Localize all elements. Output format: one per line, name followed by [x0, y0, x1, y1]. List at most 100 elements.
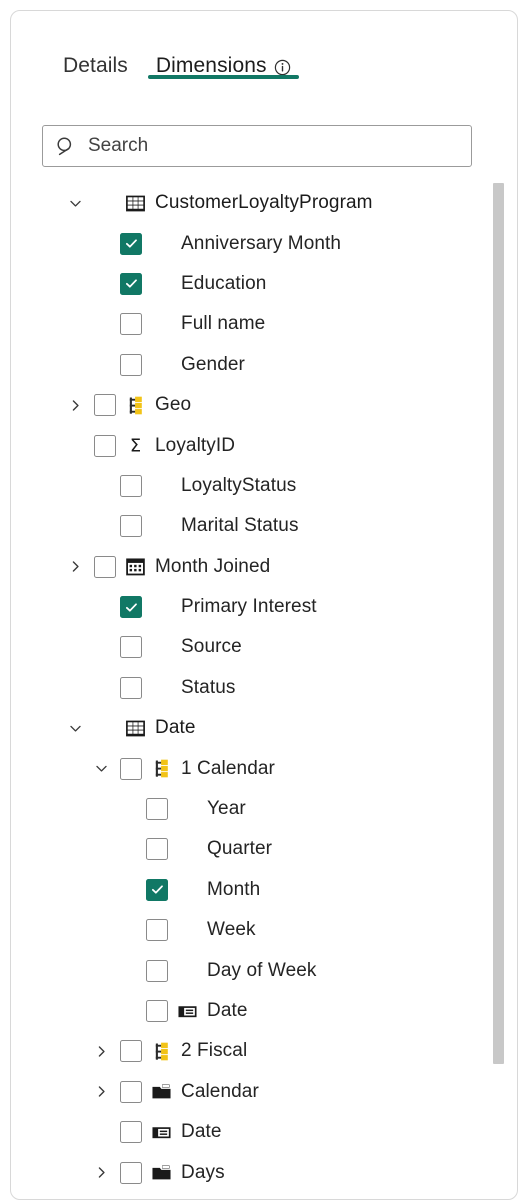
search-box[interactable] [42, 125, 472, 167]
table-icon [124, 192, 146, 214]
tree-row[interactable]: Days [11, 1152, 517, 1192]
chevron-right-icon[interactable] [92, 1083, 110, 1101]
checkbox-unchecked[interactable] [120, 353, 142, 376]
checkbox-unchecked[interactable] [120, 1121, 142, 1144]
tree-row[interactable]: Date [11, 708, 517, 748]
search-input[interactable] [77, 135, 471, 157]
tree-row[interactable]: Calendar [11, 1072, 517, 1112]
chevron-right-icon[interactable] [92, 1164, 110, 1182]
tree-row-label: Quarter [207, 838, 273, 860]
checkbox-unchecked[interactable] [94, 434, 116, 457]
tree-row-label: 1 Calendar [181, 757, 275, 779]
tree-row-label: CustomerLoyaltyProgram [155, 192, 373, 214]
checkbox-checked[interactable] [120, 272, 142, 295]
tree-row-label: Marital Status [181, 515, 299, 537]
tree-row[interactable]: CustomerLoyaltyProgram [11, 183, 517, 223]
calendar-icon [124, 556, 146, 578]
tree-row-label: Date [207, 1000, 248, 1021]
tree-row[interactable]: Marital Status [11, 506, 517, 546]
tree-row-label: Month Joined [155, 555, 271, 577]
tree-row[interactable]: Anniversary Month [11, 223, 517, 263]
checkbox-unchecked[interactable] [146, 919, 168, 942]
checkbox-unchecked[interactable] [146, 838, 168, 861]
checkbox-unchecked[interactable] [120, 1080, 142, 1103]
tree-row[interactable]: LoyaltyStatus [11, 466, 517, 506]
tree-row[interactable]: Date [11, 991, 517, 1031]
tab-dimensions[interactable]: Dimensions [142, 11, 305, 87]
info-circle-icon[interactable] [274, 59, 291, 76]
checkbox-checked[interactable] [120, 232, 142, 255]
tree-row-label: Geo [155, 394, 192, 416]
field-icon [150, 1121, 172, 1143]
checkbox-unchecked[interactable] [120, 1040, 142, 1063]
tree-row[interactable]: Week [11, 910, 517, 950]
tree-row-label: Anniversary Month [181, 232, 342, 254]
checkbox-unchecked[interactable] [146, 1000, 168, 1022]
checkbox-unchecked[interactable] [120, 676, 142, 699]
tree-row-label: Date [181, 1121, 222, 1143]
tree-row[interactable]: Σ LoyaltyID [11, 425, 517, 465]
table-icon [124, 717, 146, 739]
tree-row-label: Month [207, 878, 261, 900]
tree-row[interactable]: Quarter [11, 829, 517, 869]
checkbox-unchecked[interactable] [120, 1161, 142, 1184]
tree-row-label: LoyaltyID [155, 434, 236, 456]
tree-row-label: 2 Fiscal [181, 1040, 248, 1062]
chevron-right-icon[interactable] [66, 396, 84, 414]
chevron-down-icon[interactable] [66, 194, 84, 212]
tree-row-label: Primary Interest [181, 596, 317, 618]
tab-bar: Details Dimensions [11, 11, 517, 87]
checkbox-unchecked[interactable] [120, 757, 142, 780]
folder-icon [150, 1162, 172, 1184]
chevron-right-icon[interactable] [66, 558, 84, 576]
search-icon [56, 136, 77, 157]
tree-row-label: Education [181, 272, 267, 294]
checkbox-unchecked[interactable] [146, 798, 168, 821]
tree-row[interactable]: Full name [11, 304, 517, 344]
tree-row-label: LoyaltyStatus [181, 474, 297, 496]
tree-row[interactable]: Year [11, 789, 517, 829]
folder-icon [150, 1081, 172, 1103]
tree-row[interactable]: Month [11, 870, 517, 910]
hierarchy-icon [124, 394, 146, 416]
tree-row-label: Full name [181, 313, 266, 335]
search-field-wrapper[interactable] [42, 125, 472, 167]
checkbox-unchecked[interactable] [120, 515, 142, 538]
checkbox-unchecked[interactable] [120, 474, 142, 497]
tree-row[interactable]: 2 Fiscal [11, 1031, 517, 1071]
tree-row[interactable]: Primary Interest [11, 587, 517, 627]
tree-row-label: Status [181, 676, 236, 698]
tree-scrollbar[interactable] [493, 183, 504, 1064]
tree-row-label: Days [181, 1161, 225, 1183]
tree-row-label: Year [207, 798, 246, 820]
checkbox-checked[interactable] [120, 596, 142, 619]
tree-row[interactable]: Date [11, 1112, 517, 1152]
tree-row-label: Gender [181, 353, 245, 375]
dimensions-panel-screen: Details Dimensions CustomerLoyaltyProgram… [0, 0, 530, 1202]
tree-row[interactable]: Status [11, 668, 517, 708]
tree-row-label: Week [207, 919, 256, 941]
chevron-down-icon[interactable] [66, 719, 84, 737]
tree-row-label: Calendar [181, 1080, 259, 1102]
tree-row[interactable]: Source [11, 627, 517, 667]
tree-row[interactable]: Day of Week [11, 950, 517, 990]
checkbox-unchecked[interactable] [146, 959, 168, 982]
tab-details[interactable]: Details [49, 11, 142, 87]
dimensions-tree[interactable]: CustomerLoyaltyProgram Anniversary Month E… [11, 183, 517, 1199]
tree-row[interactable]: Education [11, 264, 517, 304]
checkbox-unchecked[interactable] [120, 313, 142, 336]
chevron-right-icon[interactable] [92, 1042, 110, 1060]
tree-row-label: Day of Week [207, 959, 317, 981]
tree-row[interactable]: Month Joined [11, 547, 517, 587]
tree-row[interactable]: Gender [11, 345, 517, 385]
checkbox-unchecked[interactable] [120, 636, 142, 659]
tree-row[interactable]: Geo [11, 385, 517, 425]
tab-label: Details [63, 54, 128, 77]
tree-row[interactable]: 1 Calendar [11, 748, 517, 788]
checkbox-checked[interactable] [146, 878, 168, 901]
checkbox-unchecked[interactable] [94, 394, 116, 417]
checkbox-unchecked[interactable] [94, 555, 116, 578]
chevron-down-icon[interactable] [92, 760, 110, 778]
dimensions-panel: Details Dimensions CustomerLoyaltyProgram… [10, 10, 518, 1200]
hierarchy-icon [150, 758, 172, 780]
